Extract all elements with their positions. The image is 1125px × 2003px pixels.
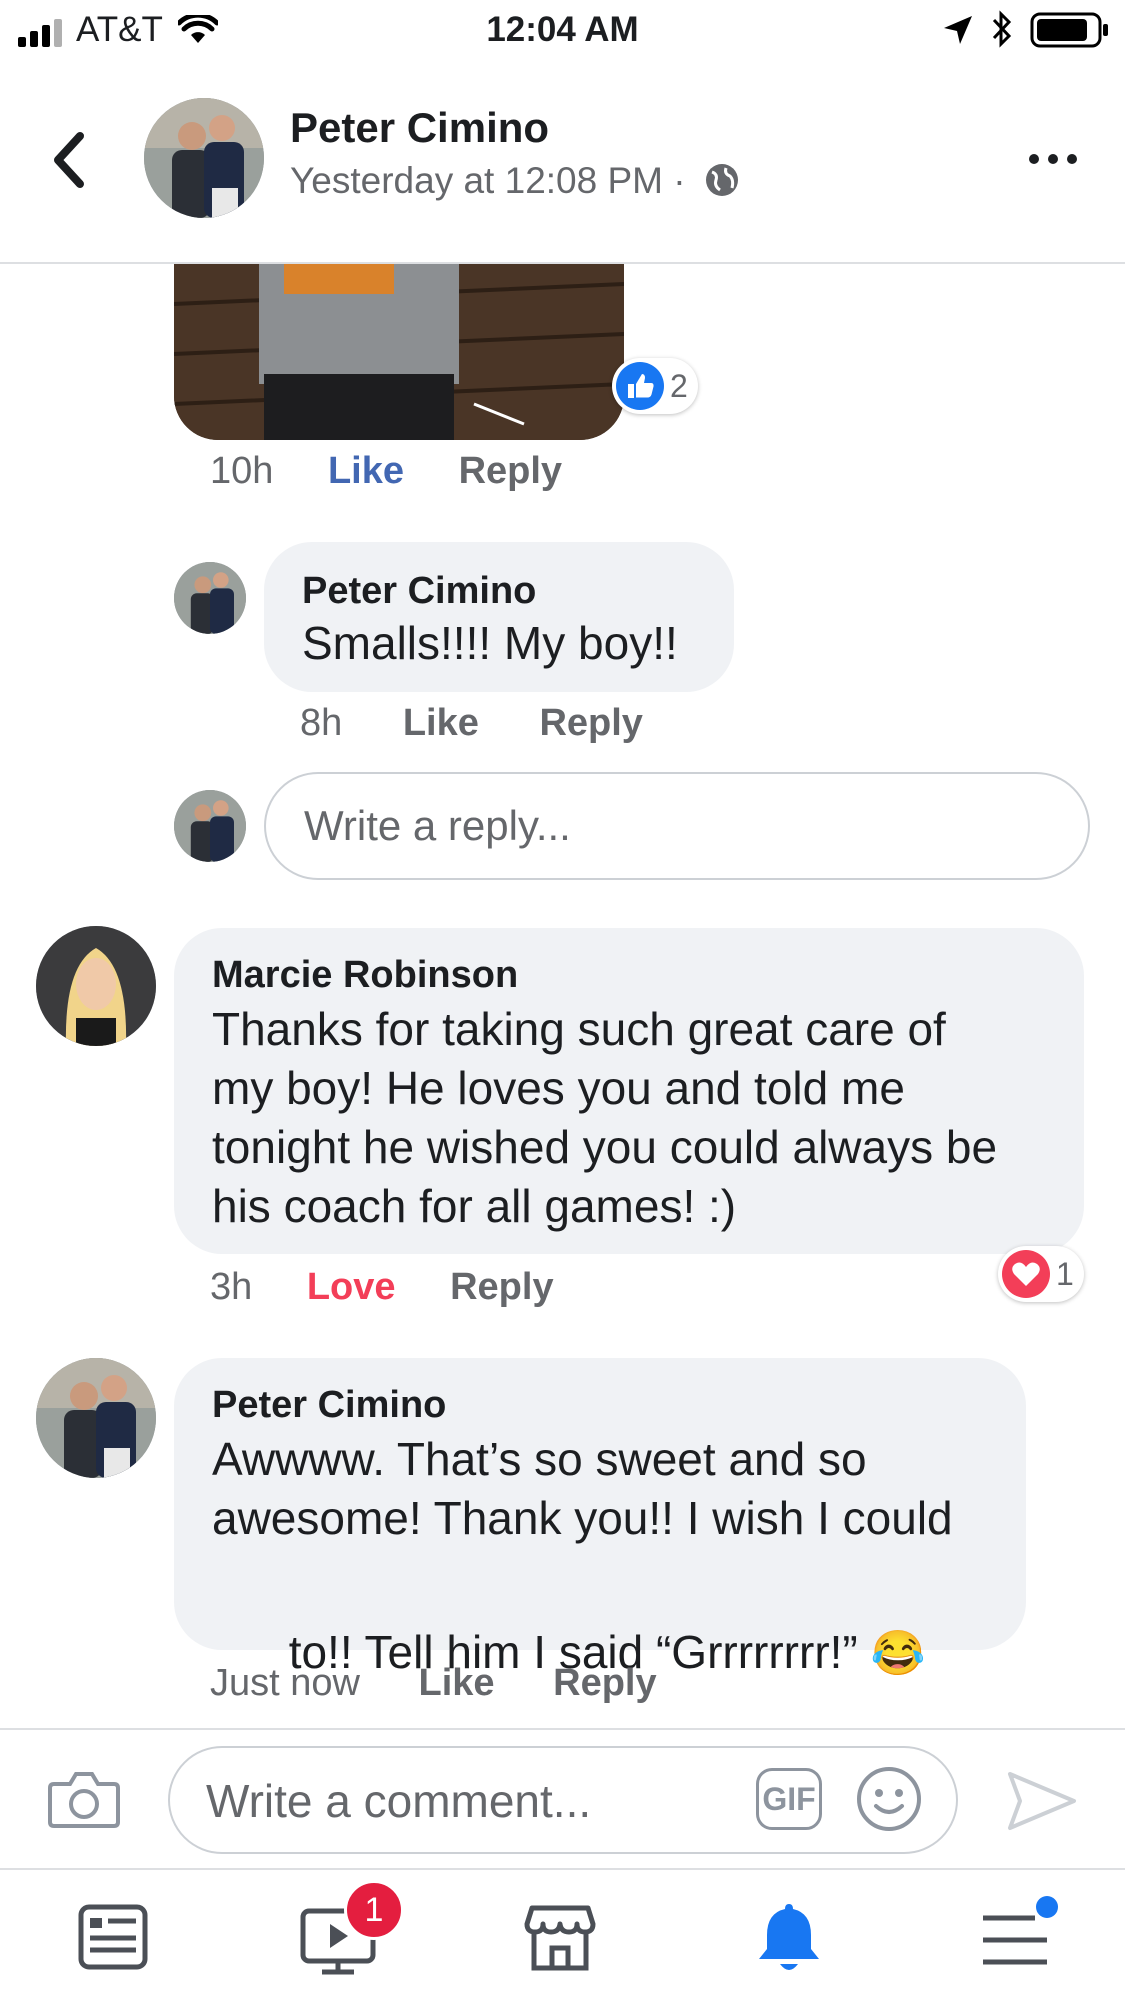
- comment-time: 3h: [210, 1266, 253, 1308]
- sticker-emoji-icon[interactable]: [856, 1766, 922, 1837]
- comment-line: his coach for all games! :): [212, 1180, 737, 1232]
- reply-author[interactable]: Peter Cimino: [302, 570, 536, 613]
- reply-text: Smalls!!!! My boy!!: [302, 617, 678, 669]
- status-bar: AT&T 12:04 AM: [0, 0, 1125, 62]
- tears-of-joy-emoji: 😂: [870, 1629, 926, 1678]
- commenter-avatar[interactable]: [36, 1358, 156, 1478]
- back-chevron-icon[interactable]: [48, 130, 88, 195]
- reply-button[interactable]: Reply: [450, 1266, 553, 1308]
- reply-button[interactable]: Reply: [459, 450, 562, 492]
- comment-bubble[interactable]: Peter Cimino Awwww. That’s so sweet and …: [174, 1358, 1026, 1678]
- comment-line: Awwww. That’s so sweet and so: [212, 1433, 867, 1485]
- comment-line: awesome! Thank you!! I wish I could: [212, 1492, 953, 1544]
- like-reaction-icon: [616, 362, 664, 415]
- comment-actions: 3h Love Reply: [210, 1266, 554, 1309]
- comment-line: my boy! He loves you and told me: [212, 1062, 905, 1114]
- comment-actions: Just now Like Reply: [210, 1662, 657, 1705]
- reaction-count: 1: [1056, 1256, 1074, 1292]
- globe-icon: [704, 162, 740, 203]
- comment-author[interactable]: Peter Cimino: [212, 1384, 446, 1427]
- reply-actions: 8h Like Reply: [300, 702, 643, 745]
- location-arrow-icon: [942, 14, 974, 55]
- gif-label: GIF: [762, 1781, 816, 1817]
- composer-divider: [0, 1728, 1125, 1730]
- reaction-count: 2: [670, 368, 688, 404]
- my-avatar: [174, 790, 246, 862]
- comment-author[interactable]: Marcie Robinson: [212, 954, 518, 997]
- like-button[interactable]: Like: [419, 1662, 495, 1704]
- notification-badge: 1: [344, 1880, 404, 1940]
- reply-avatar[interactable]: [174, 562, 246, 634]
- reply-input[interactable]: Write a reply...: [264, 772, 1090, 880]
- reaction-summary[interactable]: 2: [612, 358, 698, 414]
- reply-bubble[interactable]: Peter Cimino Smalls!!!! My boy!!: [264, 542, 734, 692]
- reaction-summary[interactable]: 1: [998, 1246, 1084, 1302]
- post-header: Peter Cimino Yesterday at 12:08 PM ·: [0, 62, 1125, 264]
- marketplace-icon[interactable]: [524, 1904, 596, 1977]
- comment-time: 10h: [210, 450, 274, 492]
- comment-time: Just now: [210, 1662, 360, 1704]
- battery-icon: [1030, 12, 1110, 57]
- comment-bubble[interactable]: Marcie Robinson Thanks for taking such g…: [174, 928, 1084, 1254]
- reply-button[interactable]: Reply: [539, 702, 642, 744]
- author-avatar[interactable]: [144, 98, 264, 218]
- comment-input[interactable]: Write a comment... GIF: [168, 1746, 958, 1854]
- more-dots-icon[interactable]: [1028, 152, 1078, 170]
- author-name[interactable]: Peter Cimino: [290, 104, 549, 152]
- like-button[interactable]: Like: [403, 702, 479, 744]
- reply-time: 8h: [300, 702, 343, 744]
- love-reaction-icon: [1002, 1250, 1050, 1303]
- bluetooth-icon: [990, 10, 1014, 57]
- comment-line: Thanks for taking such great care of: [212, 1003, 946, 1055]
- notifications-bell-icon[interactable]: [754, 1900, 824, 1979]
- menu-icon[interactable]: [980, 1910, 1050, 1975]
- comment-input-placeholder: Write a comment...: [206, 1775, 592, 1827]
- comment-text: Thanks for taking such great care of my …: [212, 1000, 1072, 1236]
- send-icon[interactable]: [1006, 1770, 1078, 1837]
- reply-button[interactable]: Reply: [553, 1662, 656, 1704]
- reply-input-placeholder: Write a reply...: [304, 802, 571, 849]
- gif-button[interactable]: GIF: [756, 1768, 822, 1830]
- camera-icon[interactable]: [48, 1768, 120, 1835]
- love-button[interactable]: Love: [307, 1266, 396, 1308]
- comment-photo[interactable]: [174, 264, 624, 440]
- like-button[interactable]: Like: [328, 450, 404, 492]
- menu-dot-indicator: [1036, 1896, 1058, 1918]
- commenter-avatar[interactable]: [36, 926, 156, 1046]
- photo-comment-actions: 10h Like Reply: [210, 450, 562, 493]
- tab-bar: 1: [0, 1868, 1125, 2003]
- news-feed-icon[interactable]: [78, 1904, 148, 1975]
- comment-line: tonight he wished you could always be: [212, 1121, 998, 1173]
- badge-count: 1: [364, 1891, 384, 1929]
- post-timestamp[interactable]: Yesterday at 12:08 PM ·: [290, 160, 696, 202]
